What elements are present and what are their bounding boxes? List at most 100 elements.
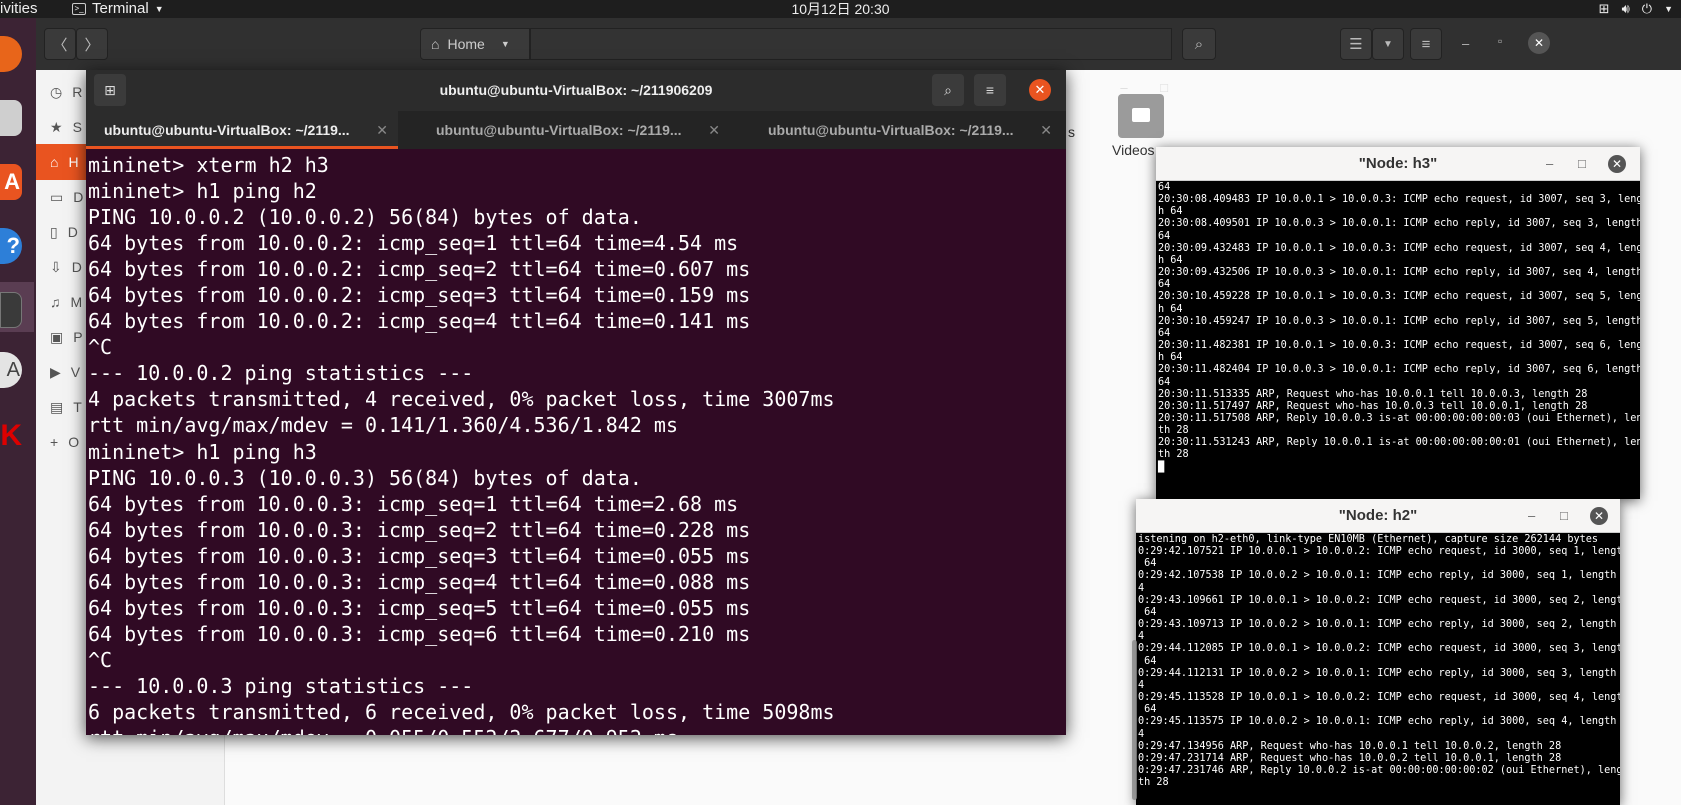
- output-line: 0:29:45.113575 IP 10.0.0.2 > 10.0.0.1: I…: [1138, 716, 1617, 728]
- output-line: 6 packets transmitted, 6 received, 0% pa…: [88, 699, 835, 724]
- videos-folder-label[interactable]: Videos: [1112, 142, 1155, 158]
- output-line: 64 bytes from 10.0.0.3: icmp_seq=1 ttl=6…: [88, 491, 739, 516]
- maximize-button[interactable]: □: [1154, 80, 1174, 95]
- output-line: h 64: [1158, 352, 1183, 364]
- files-icon[interactable]: [0, 100, 22, 136]
- output-line: ^C: [88, 647, 113, 672]
- maximize-button[interactable]: □: [1578, 147, 1586, 181]
- system-tray[interactable]: ⊞ 🔊︎ ⏻ ▼: [1599, 0, 1673, 18]
- image-icon: ▣: [50, 328, 64, 345]
- minimize-button[interactable]: –: [1546, 147, 1553, 181]
- output-line: 0:29:44.112131 IP 10.0.0.2 > 10.0.0.1: I…: [1138, 667, 1617, 679]
- sidebar-item-label: V: [70, 364, 81, 380]
- tab-label: ubuntu@ubuntu-VirtualBox: ~/2119...: [436, 122, 682, 138]
- close-icon[interactable]: ✕: [376, 111, 388, 149]
- forward-button[interactable]: 〉: [76, 28, 108, 60]
- window-title: "Node: h2": [1338, 507, 1418, 524]
- tab-2[interactable]: ubuntu@ubuntu-VirtualBox: ~/2119... ✕: [418, 111, 730, 149]
- output-line: h 64: [1158, 206, 1183, 218]
- output-line: 20:30:11.517497 ARP, Request who-has 10.…: [1158, 400, 1588, 412]
- output-line: 64: [1138, 704, 1157, 716]
- output-line: h 64: [1158, 303, 1183, 315]
- terminal-tabs: ubuntu@ubuntu-VirtualBox: ~/2119... ✕ ubu…: [86, 111, 1066, 149]
- terminal-headerbar[interactable]: ⊞ ubuntu@ubuntu-VirtualBox: ~/211906209 …: [86, 70, 1168, 111]
- clock[interactable]: 10月12日 20:30: [0, 0, 1681, 18]
- terminal-title: ubuntu@ubuntu-VirtualBox: ~/211906209: [439, 82, 713, 98]
- output-line: 64 bytes from 10.0.0.3: icmp_seq=6 ttl=6…: [88, 621, 751, 646]
- close-button[interactable]: ✕: [1528, 32, 1550, 54]
- minimize-button[interactable]: –: [1462, 36, 1469, 51]
- terminal-window[interactable]: ⊞ ubuntu@ubuntu-VirtualBox: ~/211906209 …: [86, 70, 1168, 800]
- output-line: 0:29:47.231746 ARP, Reply 10.0.0.2 is-at…: [1138, 764, 1620, 776]
- close-button[interactable]: ✕: [1608, 155, 1626, 173]
- output-line: 0:29:42.107538 IP 10.0.0.2 > 10.0.0.1: I…: [1138, 570, 1617, 582]
- output-line: 20:30:11.531243 ARP, Reply 10.0.0.1 is-a…: [1158, 437, 1640, 449]
- output-line: --- 10.0.0.3 ping statistics ---: [88, 673, 474, 698]
- output-line: 4: [1138, 582, 1145, 594]
- output-line: 0:29:44.112085 IP 10.0.0.1 > 10.0.0.2: I…: [1138, 643, 1620, 655]
- output-line: th 28: [1158, 449, 1189, 461]
- xterm-h3-output[interactable]: 64 20:30:08.409483 IP 10.0.0.1 > 10.0.0.3…: [1156, 181, 1640, 474]
- tab-3[interactable]: ubuntu@ubuntu-VirtualBox: ~/2119... ✕: [750, 111, 1062, 149]
- breadcrumb[interactable]: ⌂ Home ▼: [420, 28, 530, 60]
- folder-icon: ▭: [50, 188, 64, 205]
- volume-icon: 🔊︎: [1621, 1, 1630, 16]
- terminal-output[interactable]: mininet> xterm h2 h3 mininet> h1 ping h2 P…: [86, 149, 1066, 735]
- trash-icon: ▤: [50, 398, 64, 415]
- xterm-h2-output[interactable]: istening on h2-eth0, link-type EN10MB (E…: [1136, 533, 1620, 789]
- tab-label: ubuntu@ubuntu-VirtualBox: ~/2119...: [104, 122, 350, 138]
- output-line: 20:30:11.482381 IP 10.0.0.1 > 10.0.0.3: …: [1158, 340, 1640, 352]
- xterm-h2-titlebar[interactable]: "Node: h2" – □ ✕: [1136, 499, 1620, 533]
- output-line: th 28: [1158, 425, 1189, 437]
- xterm-h3-titlebar[interactable]: "Node: h3" – □ ✕: [1156, 147, 1640, 181]
- sidebar-item-label: O: [68, 434, 80, 450]
- location-label: Home: [447, 36, 485, 52]
- close-icon[interactable]: ✕: [1040, 111, 1052, 149]
- terminal-icon[interactable]: [0, 292, 22, 328]
- output-line: 64 bytes from 10.0.0.2: icmp_seq=4 ttl=6…: [88, 309, 751, 334]
- partial-label: s: [1068, 124, 1075, 140]
- back-button[interactable]: 〈: [44, 28, 76, 60]
- maximize-button[interactable]: □: [1560, 499, 1568, 533]
- sidebar-item-label: D: [71, 259, 82, 275]
- output-line: 20:30:08.409483 IP 10.0.0.1 > 10.0.0.3: …: [1158, 194, 1640, 206]
- output-line: th 28: [1138, 777, 1169, 789]
- scrollbar[interactable]: [1132, 640, 1137, 800]
- tab-1[interactable]: ubuntu@ubuntu-VirtualBox: ~/2119... ✕: [86, 111, 398, 149]
- firefox-icon[interactable]: [0, 36, 22, 72]
- xterm-node-h3[interactable]: "Node: h3" – □ ✕ 64 20:30:08.409483 IP 10…: [1156, 147, 1640, 499]
- output-line: 0:29:43.109713 IP 10.0.0.2 > 10.0.0.1: I…: [1138, 619, 1617, 631]
- view-options-button[interactable]: ▼: [1372, 28, 1404, 60]
- output-line: 64: [1158, 279, 1171, 291]
- output-line: 64 bytes from 10.0.0.3: icmp_seq=5 ttl=6…: [88, 595, 751, 620]
- xterm-node-h2[interactable]: "Node: h2" – □ ✕ istening on h2-eth0, li…: [1136, 499, 1620, 805]
- output-line: h 64: [1158, 254, 1183, 266]
- output-line: PING 10.0.0.3 (10.0.0.3) 56(84) bytes of…: [88, 465, 642, 490]
- videos-folder-icon[interactable]: [1118, 94, 1164, 138]
- search-button[interactable]: ⌕: [932, 74, 964, 106]
- maximize-button[interactable]: ▫: [1498, 34, 1502, 48]
- close-icon[interactable]: ✕: [708, 111, 720, 149]
- output-line: rtt min/avg/max/mdev = 0.055/0.552/2.677…: [88, 725, 1066, 735]
- output-line: █: [1158, 461, 1165, 473]
- document-icon: ▯: [50, 223, 58, 240]
- software-icon[interactable]: A: [0, 164, 22, 200]
- output-line: 20:30:09.432506 IP 10.0.0.3 > 10.0.0.1: …: [1158, 267, 1640, 279]
- view-list-button[interactable]: ☰: [1340, 28, 1372, 60]
- output-line: 64: [1138, 655, 1157, 667]
- menu-button[interactable]: ≡: [974, 74, 1006, 106]
- close-button[interactable]: ✕: [1590, 507, 1608, 525]
- output-line: 4 packets transmitted, 4 received, 0% pa…: [88, 387, 835, 412]
- help-icon[interactable]: ?: [0, 228, 22, 264]
- minimize-button[interactable]: –: [1114, 80, 1134, 95]
- output-line: 20:30:11.513335 ARP, Request who-has 10.…: [1158, 388, 1588, 400]
- search-button[interactable]: ⌕: [1182, 28, 1216, 60]
- close-button[interactable]: ✕: [1029, 79, 1051, 101]
- video-icon: ▶: [50, 363, 61, 380]
- output-line: 64: [1158, 376, 1171, 388]
- updater-icon[interactable]: A: [0, 352, 22, 388]
- app-icon[interactable]: K: [0, 418, 22, 454]
- menu-button[interactable]: ≡: [1410, 28, 1442, 60]
- minimize-button[interactable]: –: [1528, 499, 1535, 533]
- home-icon: ⌂: [50, 154, 59, 170]
